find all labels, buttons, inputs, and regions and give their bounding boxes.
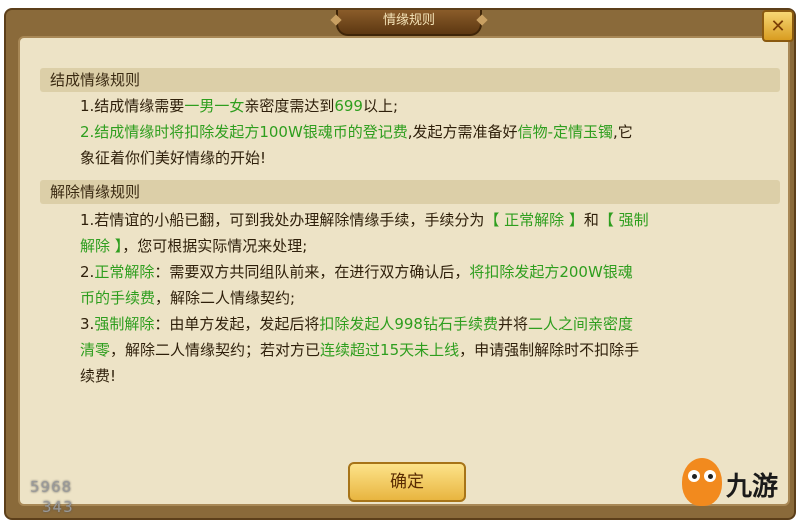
close-icon: ✕ xyxy=(770,16,786,37)
rule-text: 象征着你们美好情缘的开始! xyxy=(80,149,267,167)
title-ornament-right xyxy=(476,14,488,26)
rule-highlight: 解除 】 xyxy=(80,237,123,255)
rule-line: 2.正常解除：需要双方共同组队前来，在进行双方确认后，将扣除发起方200W银魂 xyxy=(80,262,633,282)
dialog-frame: 结成情缘规则 1.结成情缘需要一男一女亲密度需达到699以上; 2.结成情缘时将扣… xyxy=(4,8,796,520)
rule-text: 续费! xyxy=(80,367,117,385)
rule-line: 解除 】，您可根据实际情况来处理; xyxy=(80,236,307,256)
rule-text: ，申请强制解除时不扣除手 xyxy=(459,341,640,359)
rule-highlight: 将扣除发起方200W银魂 xyxy=(469,263,633,281)
rule-text: 1.结成情缘需要 xyxy=(80,97,185,115)
rule-highlight: 连续超过15天未上线 xyxy=(320,341,460,359)
section-heading-form: 结成情缘规则 xyxy=(40,68,780,92)
rule-highlight: 正常解除 xyxy=(94,263,155,281)
rule-line: 1.若情谊的小船已翻，可到我处办理解除情缘手续，手续分为【 正常解除 】和【 强… xyxy=(80,210,649,230)
rule-text: ：由单方发起，发起后将 xyxy=(154,315,320,333)
rule-line: 清零，解除二人情缘契约；若对方已连续超过15天未上线，申请强制解除时不扣除手 xyxy=(80,340,639,360)
rule-line: 3.强制解除：由单方发起，发起后将扣除发起人998钻石手续费并将二人之间亲密度 xyxy=(80,314,633,334)
rule-text: 以上; xyxy=(362,97,399,115)
overlay-number-bottom: 343 xyxy=(42,498,74,516)
rule-highlight: 清零 xyxy=(80,341,111,359)
rule-highlight: 扣除发起人998钻石手续费 xyxy=(319,315,498,333)
rule-text: 和 xyxy=(583,211,599,229)
rule-text: 并将 xyxy=(497,315,528,333)
rule-line: 续费! xyxy=(80,366,116,386)
rule-highlight: 二人之间亲密度 xyxy=(528,315,634,333)
rule-highlight: 【 正常解除 】 xyxy=(484,211,584,229)
rule-text: ：需要双方共同组队前来，在进行双方确认后， xyxy=(154,263,470,281)
rule-text: ，您可根据实际情况来处理; xyxy=(122,237,308,255)
overlay-number-top: 5968 xyxy=(30,478,73,496)
rule-text: 亲密度需达到 xyxy=(244,97,335,115)
rule-text: ,发起方需准备好 xyxy=(407,123,518,141)
rule-text: 2. xyxy=(80,263,95,281)
jiuyou-watermark: 九游 xyxy=(682,458,794,514)
rule-highlight: 699 xyxy=(334,97,363,115)
close-button[interactable]: ✕ xyxy=(762,10,794,42)
rule-highlight: 强制解除 xyxy=(94,315,155,333)
rule-text: ，解除二人情缘契约；若对方已 xyxy=(110,341,321,359)
rule-highlight: 2.结成情缘时将扣除发起方100W银魂币的登记费 xyxy=(80,123,408,141)
rule-text: ，解除二人情缘契约; xyxy=(155,289,296,307)
rule-text: 3. xyxy=(80,315,95,333)
rule-line: 1.结成情缘需要一男一女亲密度需达到699以上; xyxy=(80,96,398,116)
rule-text: 1.若情谊的小船已翻，可到我处办理解除情缘手续，手续分为 xyxy=(80,211,485,229)
rule-line: 2.结成情缘时将扣除发起方100W银魂币的登记费,发起方需准备好信物-定情玉镯,… xyxy=(80,122,633,142)
section-heading-dissolve: 解除情缘规则 xyxy=(40,180,780,204)
title-ornament-left xyxy=(330,14,342,26)
rule-text: ,它 xyxy=(612,123,633,141)
rule-line: 象征着你们美好情缘的开始! xyxy=(80,148,266,168)
dialog-content-panel: 结成情缘规则 1.结成情缘需要一男一女亲密度需达到699以上; 2.结成情缘时将扣… xyxy=(18,36,790,506)
mascot-icon xyxy=(682,458,722,506)
watermark-brand: 九游 xyxy=(726,472,779,502)
rule-highlight: 币的手续费 xyxy=(80,289,156,307)
rule-line: 币的手续费，解除二人情缘契约; xyxy=(80,288,295,308)
rule-highlight: 信物-定情玉镯 xyxy=(517,123,613,141)
confirm-button[interactable]: 确定 xyxy=(348,462,466,502)
rule-highlight: 一男一女 xyxy=(184,97,245,115)
rule-highlight: 【 强制 xyxy=(598,211,649,229)
dialog-title: 情缘规则 xyxy=(330,10,488,36)
